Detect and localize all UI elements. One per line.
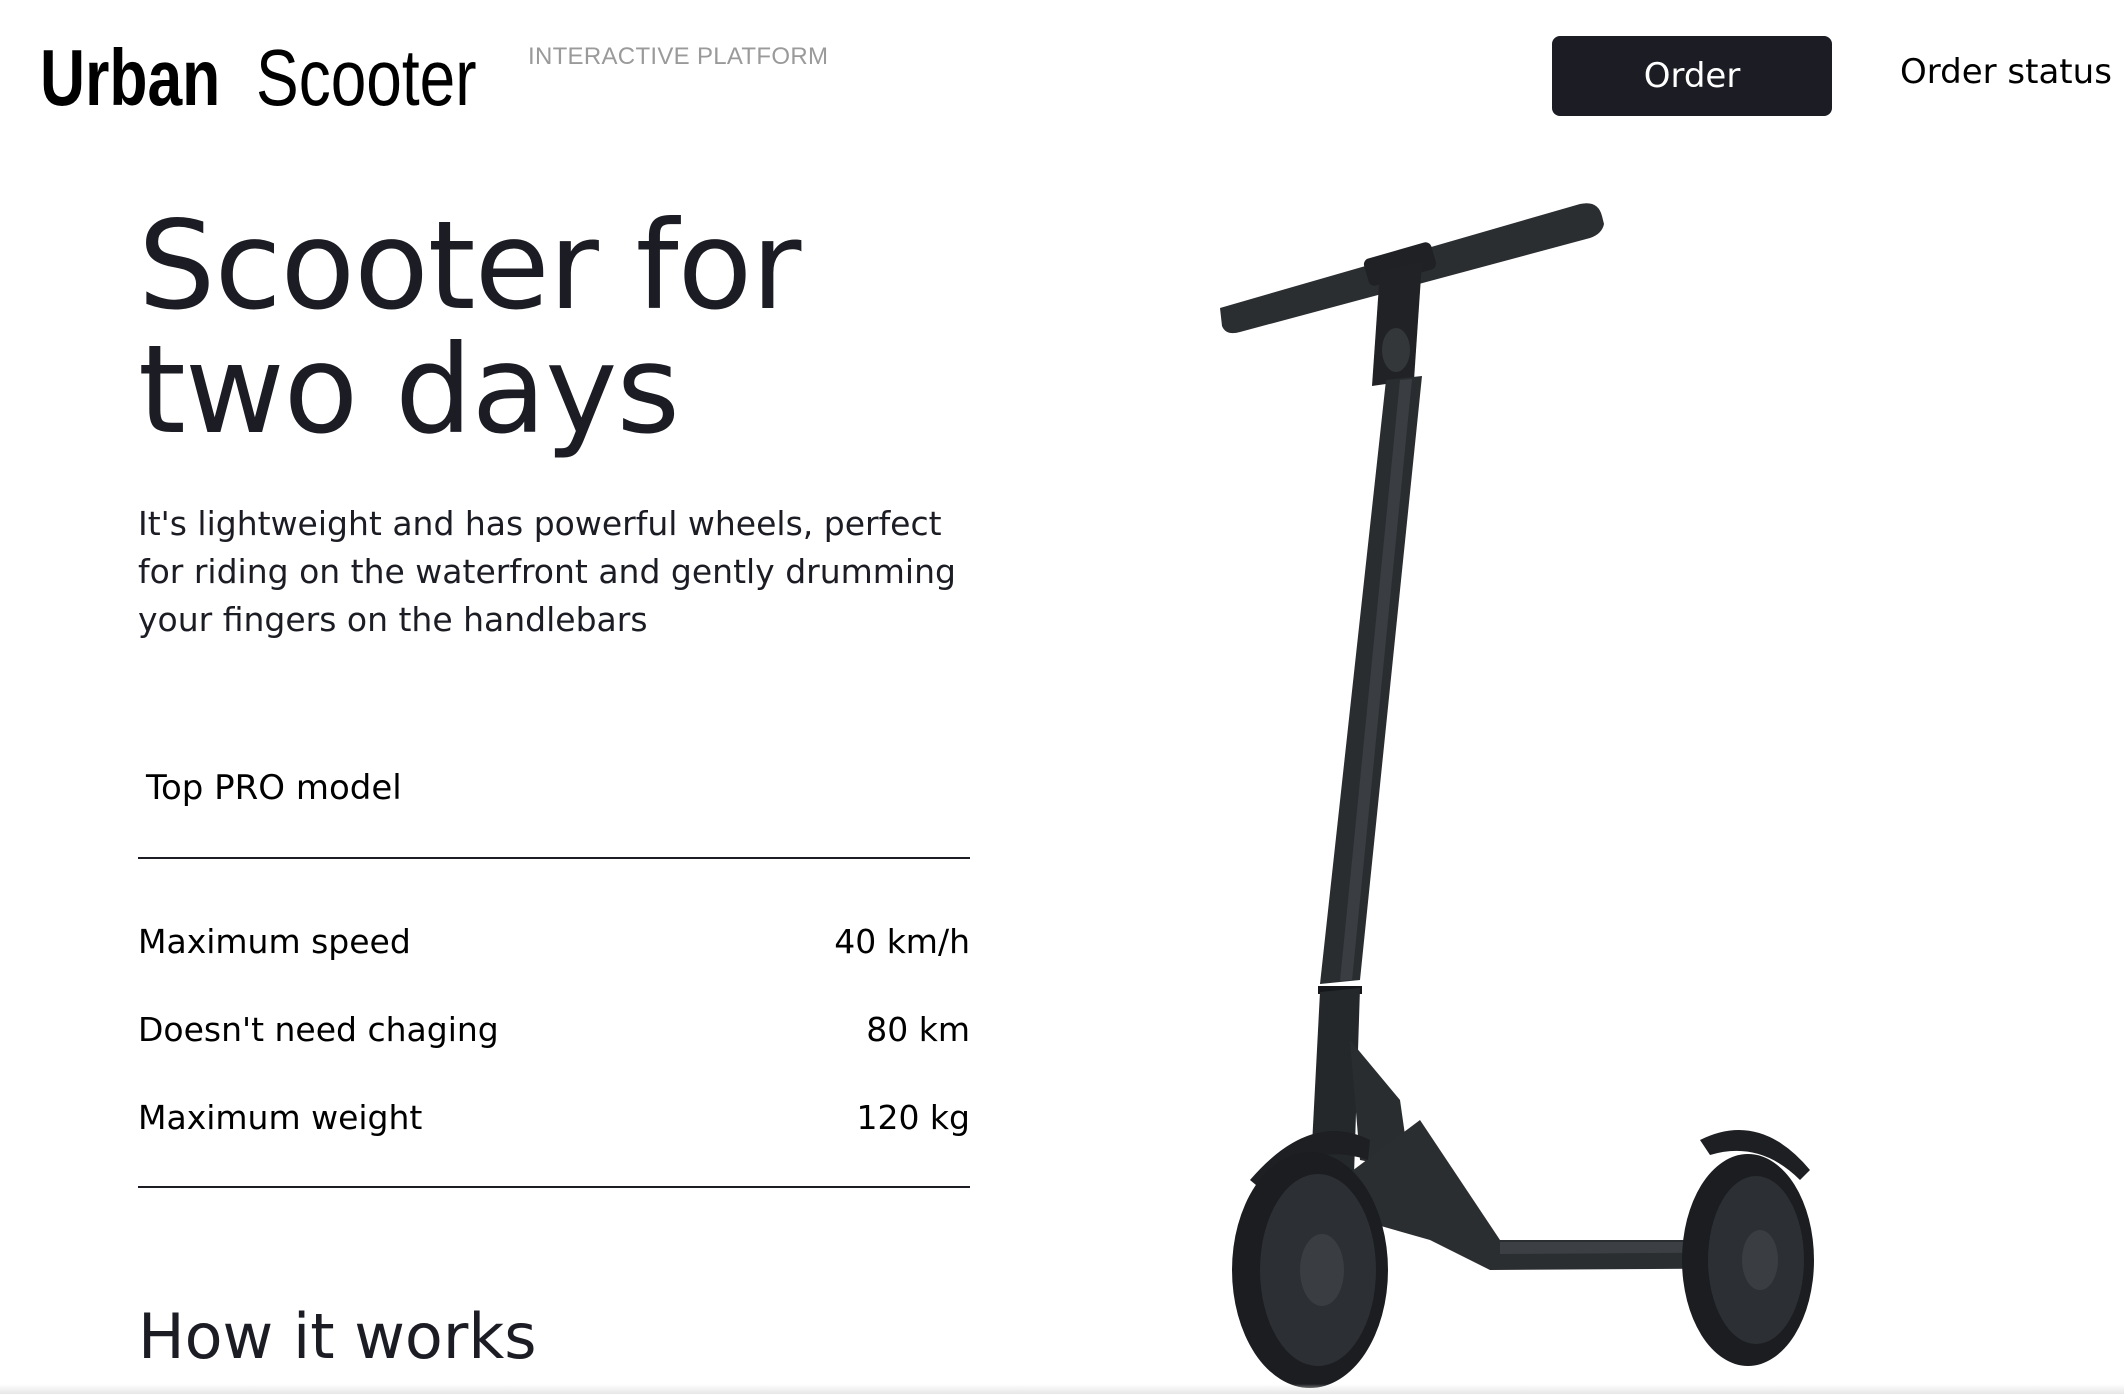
order-button[interactable]: Order — [1552, 36, 1832, 116]
spec-value: 40 km/h — [834, 922, 970, 961]
bottom-fade — [0, 1384, 2124, 1394]
hero-description: It's lightweight and has powerful wheels… — [138, 504, 956, 639]
spec-row-weight: Maximum weight 120 kg — [138, 1098, 970, 1137]
hero-title-line-1: Scooter for — [138, 195, 801, 337]
logo[interactable]: Urban Scooter INTERACTIVE PLATFORM — [40, 30, 828, 126]
logo-word-scooter: Scooter — [256, 33, 477, 122]
spec-value: 80 km — [866, 1010, 970, 1049]
scooter-image — [1220, 203, 1814, 1388]
spec-label: Maximum speed — [138, 922, 411, 961]
spec-value: 120 kg — [856, 1098, 970, 1137]
logo-tagline: INTERACTIVE PLATFORM — [528, 43, 829, 70]
model-label: Top PRO model — [146, 768, 402, 808]
spec-row-speed: Maximum speed 40 km/h — [138, 922, 970, 961]
hero-title: Scooter for two days — [138, 195, 801, 461]
divider-bottom — [138, 1186, 970, 1188]
spec-label: Doesn't need chaging — [138, 1010, 499, 1049]
order-status-link[interactable]: Order status — [1900, 52, 2112, 92]
divider-top — [138, 857, 970, 859]
hero-title-line-2: two days — [138, 319, 680, 461]
logo-word-urban: Urban — [40, 33, 221, 122]
how-it-works-heading: How it works — [138, 1300, 537, 1373]
spec-label: Maximum weight — [138, 1098, 423, 1137]
spec-row-range: Doesn't need chaging 80 km — [138, 1010, 970, 1049]
